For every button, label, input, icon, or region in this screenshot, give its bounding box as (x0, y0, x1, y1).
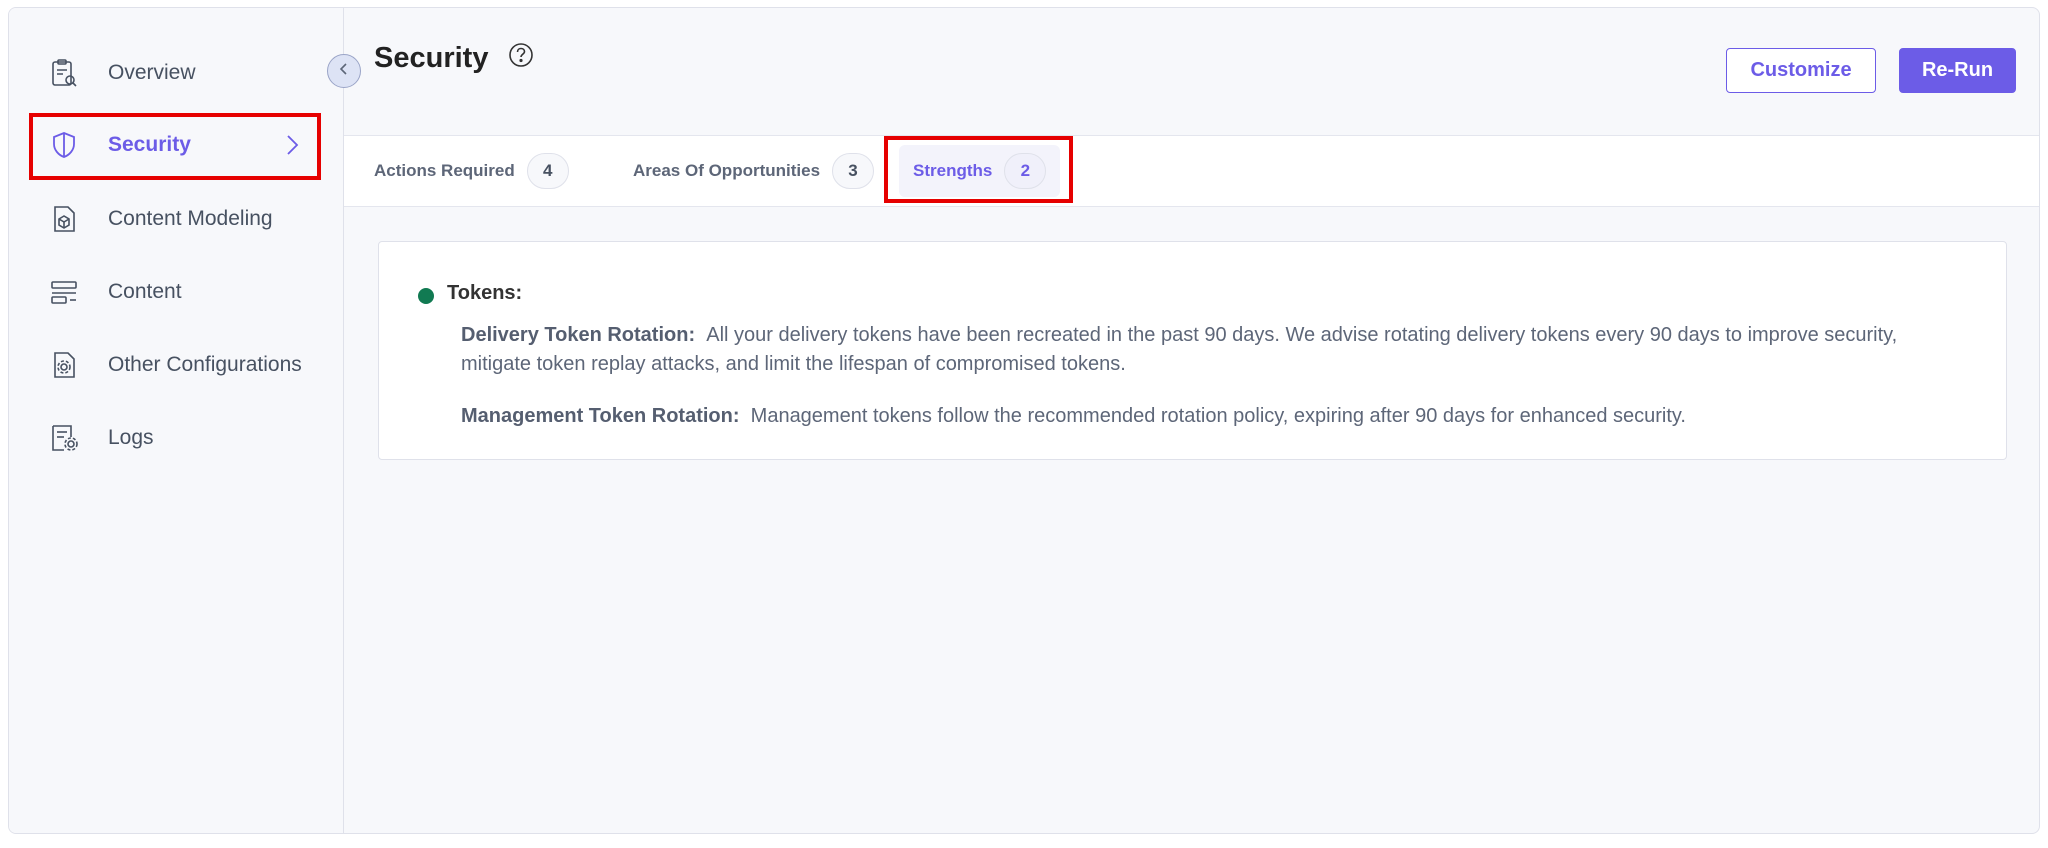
tab-actions-required[interactable]: Actions Required 4 (374, 136, 569, 206)
tab-strengths[interactable]: Strengths 2 (899, 145, 1061, 197)
item-text: Management tokens follow the recommended… (750, 405, 1686, 427)
content-list-icon (49, 277, 79, 307)
tab-areas-of-opportunities[interactable]: Areas Of Opportunities 3 (633, 136, 875, 206)
sidebar-item-label: Overview (108, 61, 196, 84)
item-title: Delivery Token Rotation: (461, 324, 696, 346)
chevron-right-icon (281, 134, 303, 156)
sidebar-item-label: Security (108, 133, 191, 156)
sidebar-item-content-modeling[interactable]: Content Modeling (31, 188, 321, 250)
tab-label: Actions Required (374, 161, 515, 180)
sidebar-item-label: Content (108, 280, 182, 303)
sidebar-item-logs[interactable]: Logs (31, 407, 321, 469)
list-item: Management Token Rotation: Management to… (461, 402, 1961, 431)
sidebar-item-label: Other Configurations (108, 353, 302, 376)
help-icon[interactable] (508, 42, 534, 68)
collapse-sidebar-button[interactable] (327, 54, 361, 88)
sidebar-item-content[interactable]: Content (31, 261, 321, 323)
sidebar: Overview Security Content Modeling Conte… (9, 8, 344, 833)
section-title: Tokens: (447, 282, 523, 304)
document-gear-icon (49, 350, 79, 380)
customize-button[interactable]: Customize (1726, 48, 1876, 93)
tab-count-badge: 3 (832, 153, 875, 189)
page-title: Security (374, 42, 489, 74)
item-title: Management Token Rotation: (461, 405, 740, 427)
sidebar-item-label: Content Modeling (108, 207, 273, 230)
tab-label: Areas Of Opportunities (633, 161, 821, 180)
tab-bar: Actions Required 4 Areas Of Opportunitie… (344, 135, 2039, 207)
list-item: Delivery Token Rotation: All your delive… (461, 321, 1961, 379)
log-gear-icon (49, 423, 79, 453)
strengths-card: Tokens: Delivery Token Rotation: All you… (378, 241, 2007, 460)
status-dot (418, 288, 434, 304)
sidebar-item-label: Logs (108, 426, 154, 449)
sidebar-item-security[interactable]: Security (31, 114, 321, 176)
rerun-button[interactable]: Re-Run (1899, 48, 2016, 93)
shield-icon (49, 130, 79, 160)
clipboard-search-icon (49, 58, 79, 88)
tab-count-badge: 2 (1004, 153, 1047, 189)
app-frame: Overview Security Content Modeling Conte… (8, 7, 2040, 834)
tab-label: Strengths (913, 161, 993, 180)
chevron-left-icon (337, 62, 351, 81)
page-header: Security Customize Re-Run (344, 8, 2039, 135)
tab-count-badge: 4 (526, 153, 569, 189)
sidebar-item-overview[interactable]: Overview (31, 42, 321, 104)
sidebar-item-other-configurations[interactable]: Other Configurations (31, 334, 321, 396)
document-cube-icon (49, 204, 79, 234)
